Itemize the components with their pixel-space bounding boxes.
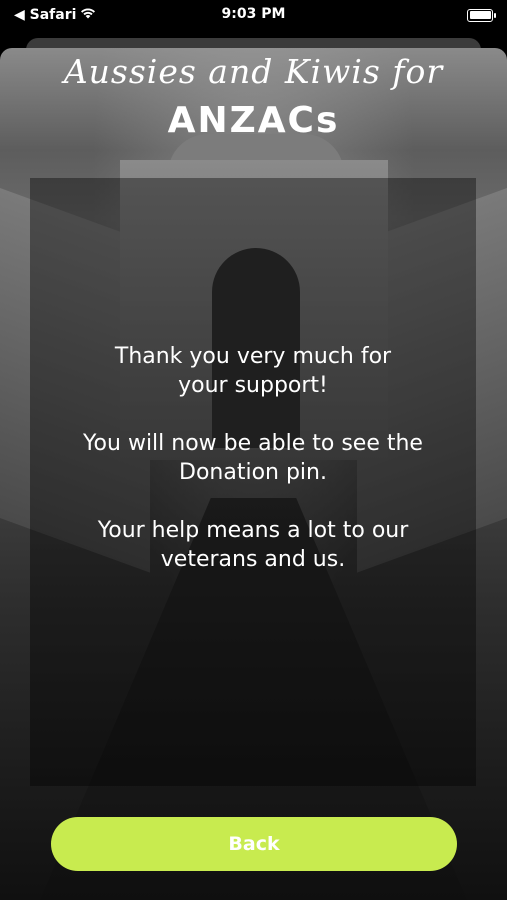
back-to-safari-link[interactable]: ◀ Safari [14,7,96,23]
app-title-script: Aussies and Kiwis for [63,52,444,91]
thank-you-message: Thank you very much for your support! Yo… [30,342,476,603]
message-line: Thank you very much for your support! [114,344,392,398]
battery-level [469,11,491,19]
app-title-main: ANZACs [167,100,340,141]
wifi-icon [80,7,96,23]
message-line: Your help means a lot to our veterans an… [97,518,409,572]
status-bar: ◀ Safari 9:03 PM [0,0,507,30]
back-button[interactable]: Back [51,817,457,871]
safari-back-label[interactable]: ◀ Safari [14,7,76,23]
battery-icon [467,8,496,22]
message-line: You will now be able to see the Donation… [83,431,423,485]
